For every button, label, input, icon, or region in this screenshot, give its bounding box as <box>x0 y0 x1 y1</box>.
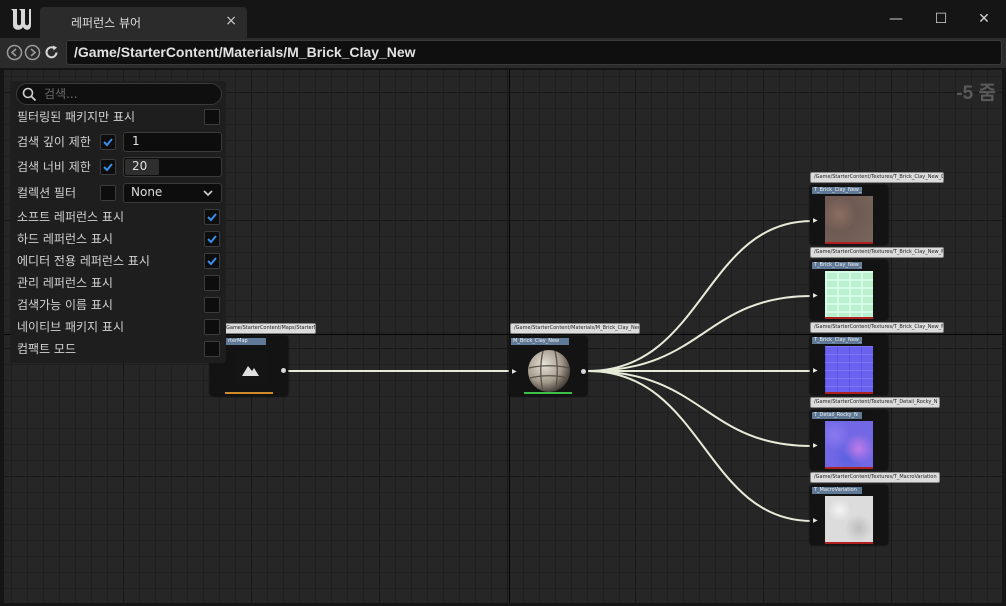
check-icon <box>207 213 217 222</box>
search-depth-input[interactable]: 1 <box>123 132 222 152</box>
soft-refs-label: 소프트 레퍼런스 표시 <box>17 210 124 224</box>
check-icon <box>103 163 113 172</box>
map-node-title: rterMap <box>226 338 266 345</box>
tex-macro-node-path: /Game/StarterContent/Textures/T_MacroVar… <box>810 472 940 483</box>
map-thumbnail-icon <box>234 353 266 385</box>
editor-refs-label: 에디터 전용 레퍼런스 표시 <box>17 254 150 268</box>
hard-refs-checkbox[interactable] <box>204 231 220 247</box>
search-breadth-input[interactable]: 20 <box>123 157 222 177</box>
tex-d-node-title: T_Brick_Clay_New_D <box>812 187 862 194</box>
tex-d-input-pin[interactable]: ▶ <box>813 218 818 224</box>
tex-n-node[interactable]: T_Brick_Clay_New_N ▶ <box>810 335 888 395</box>
material-sphere-thumbnail <box>528 350 570 392</box>
only-filtered-label: 필터링된 패키지만 표시 <box>17 110 136 124</box>
material-node-path: /Game/StarterContent/Materials/M_Brick_C… <box>510 323 640 334</box>
wire-material-to-tex-macro <box>587 370 813 522</box>
tex-d-thumbnail <box>825 196 873 242</box>
tex-macro-node-title: T_MacroVariation <box>812 487 862 494</box>
minimize-button[interactable]: — <box>886 9 906 29</box>
searchable-names-checkbox[interactable] <box>204 297 220 313</box>
management-refs-label: 관리 레퍼런스 표시 <box>17 276 113 290</box>
search-icon <box>22 87 37 102</box>
tex-n-underline <box>825 392 873 394</box>
search-input[interactable] <box>44 86 214 102</box>
check-icon <box>207 257 217 266</box>
tex-rocky-node-path: /Game/StarterContent/Textures/T_Detail_R… <box>810 397 940 408</box>
tex-rocky-node-title: T_Detail_Rocky_N <box>812 412 862 419</box>
tex-n-node-path: /Game/StarterContent/Textures/T_Brick_Cl… <box>810 322 944 333</box>
tex-rocky-thumbnail <box>825 421 873 467</box>
collection-filter-value: None <box>131 185 163 199</box>
native-packages-checkbox[interactable] <box>204 319 220 335</box>
check-icon <box>207 235 217 244</box>
only-filtered-checkbox[interactable] <box>204 109 220 125</box>
material-output-pin[interactable] <box>581 369 586 374</box>
unreal-logo-icon <box>11 9 31 30</box>
tex-macro-input-pin[interactable]: ▶ <box>813 518 818 524</box>
forward-arrow-icon[interactable] <box>24 44 41 61</box>
tab-close-icon[interactable]: × <box>225 13 237 29</box>
management-refs-checkbox[interactable] <box>204 275 220 291</box>
search-breadth-label: 검색 너비 제한 <box>17 160 91 174</box>
title-bar: 레퍼런스 뷰어 × — ☐ ✕ <box>0 0 1006 38</box>
tex-m-node-title: T_Brick_Clay_New_M <box>812 262 862 269</box>
tex-macro-thumbnail <box>825 496 873 542</box>
search-depth-checkbox[interactable] <box>100 134 116 150</box>
map-node-path: Game/StarterContent/Maps/StarterMap <box>222 323 316 334</box>
asset-path-text: /Game/StarterContent/Materials/M_Brick_C… <box>74 44 416 60</box>
map-output-pin[interactable] <box>281 368 286 373</box>
tex-rocky-node[interactable]: T_Detail_Rocky_N ▶ <box>810 410 888 470</box>
compact-mode-checkbox[interactable] <box>204 341 220 357</box>
collection-filter-dropdown[interactable]: None <box>123 183 222 203</box>
back-arrow-icon[interactable] <box>6 44 23 61</box>
tex-n-thumbnail <box>825 346 873 392</box>
soft-refs-checkbox[interactable] <box>204 209 220 225</box>
tex-d-node-path: /Game/StarterContent/Textures/T_Brick_Cl… <box>810 172 944 183</box>
tex-m-input-pin[interactable]: ▶ <box>813 293 818 299</box>
search-breadth-value: 20 <box>132 159 148 173</box>
search-depth-value: 1 <box>132 134 140 148</box>
chevron-down-icon <box>203 190 213 197</box>
filter-panel: 필터링된 패키지만 표시 검색 깊이 제한 1 검색 너비 제한 20 컬렉션 … <box>10 81 226 363</box>
tex-rocky-input-pin[interactable]: ▶ <box>813 443 818 449</box>
material-node-title: M_Brick_Clay_New <box>511 338 569 345</box>
tex-macro-underline <box>825 542 873 544</box>
tab-reference-viewer[interactable]: 레퍼런스 뷰어 × <box>40 7 247 38</box>
tex-n-node-title: T_Brick_Clay_New_N <box>812 337 862 344</box>
native-packages-label: 네이티브 패키지 표시 <box>17 320 124 334</box>
collection-filter-label: 컬렉션 필터 <box>17 186 77 200</box>
material-node[interactable]: M_Brick_Clay_New ▶ <box>509 336 587 396</box>
tex-d-node[interactable]: T_Brick_Clay_New_D ▶ <box>810 185 888 245</box>
searchable-names-label: 검색가능 이름 표시 <box>17 298 113 312</box>
check-icon <box>103 138 113 147</box>
tex-m-thumbnail <box>825 271 873 317</box>
tex-n-input-pin[interactable]: ▶ <box>813 368 818 374</box>
refresh-icon[interactable] <box>43 44 60 61</box>
editor-refs-checkbox[interactable] <box>204 253 220 269</box>
wire-material-to-tex-rocky <box>587 370 813 447</box>
tex-m-underline <box>825 317 873 319</box>
tab-label: 레퍼런스 뷰어 <box>71 16 142 30</box>
search-box[interactable] <box>16 83 222 105</box>
search-breadth-checkbox[interactable] <box>100 159 116 175</box>
collection-filter-checkbox[interactable] <box>100 185 116 201</box>
asset-path-field[interactable]: /Game/StarterContent/Materials/M_Brick_C… <box>66 40 1002 65</box>
material-input-pin[interactable]: ▶ <box>512 369 517 375</box>
tex-rocky-underline <box>825 467 873 469</box>
hard-refs-label: 하드 레퍼런스 표시 <box>17 232 113 246</box>
navigation-bar: /Game/StarterContent/Materials/M_Brick_C… <box>0 38 1006 68</box>
map-node-underline <box>225 392 273 394</box>
tex-m-node[interactable]: T_Brick_Clay_New_M ▶ <box>810 260 888 320</box>
tex-d-underline <box>825 242 873 244</box>
tex-macro-node[interactable]: T_MacroVariation ▶ <box>810 485 888 545</box>
wire-material-to-tex-d <box>587 220 813 372</box>
compact-mode-label: 컴팩트 모드 <box>17 342 77 356</box>
search-depth-label: 검색 깊이 제한 <box>17 135 91 149</box>
maximize-button[interactable]: ☐ <box>931 9 951 29</box>
material-node-underline <box>524 392 572 394</box>
tex-m-node-path: /Game/StarterContent/Textures/T_Brick_Cl… <box>810 247 944 258</box>
close-button[interactable]: ✕ <box>974 9 994 29</box>
